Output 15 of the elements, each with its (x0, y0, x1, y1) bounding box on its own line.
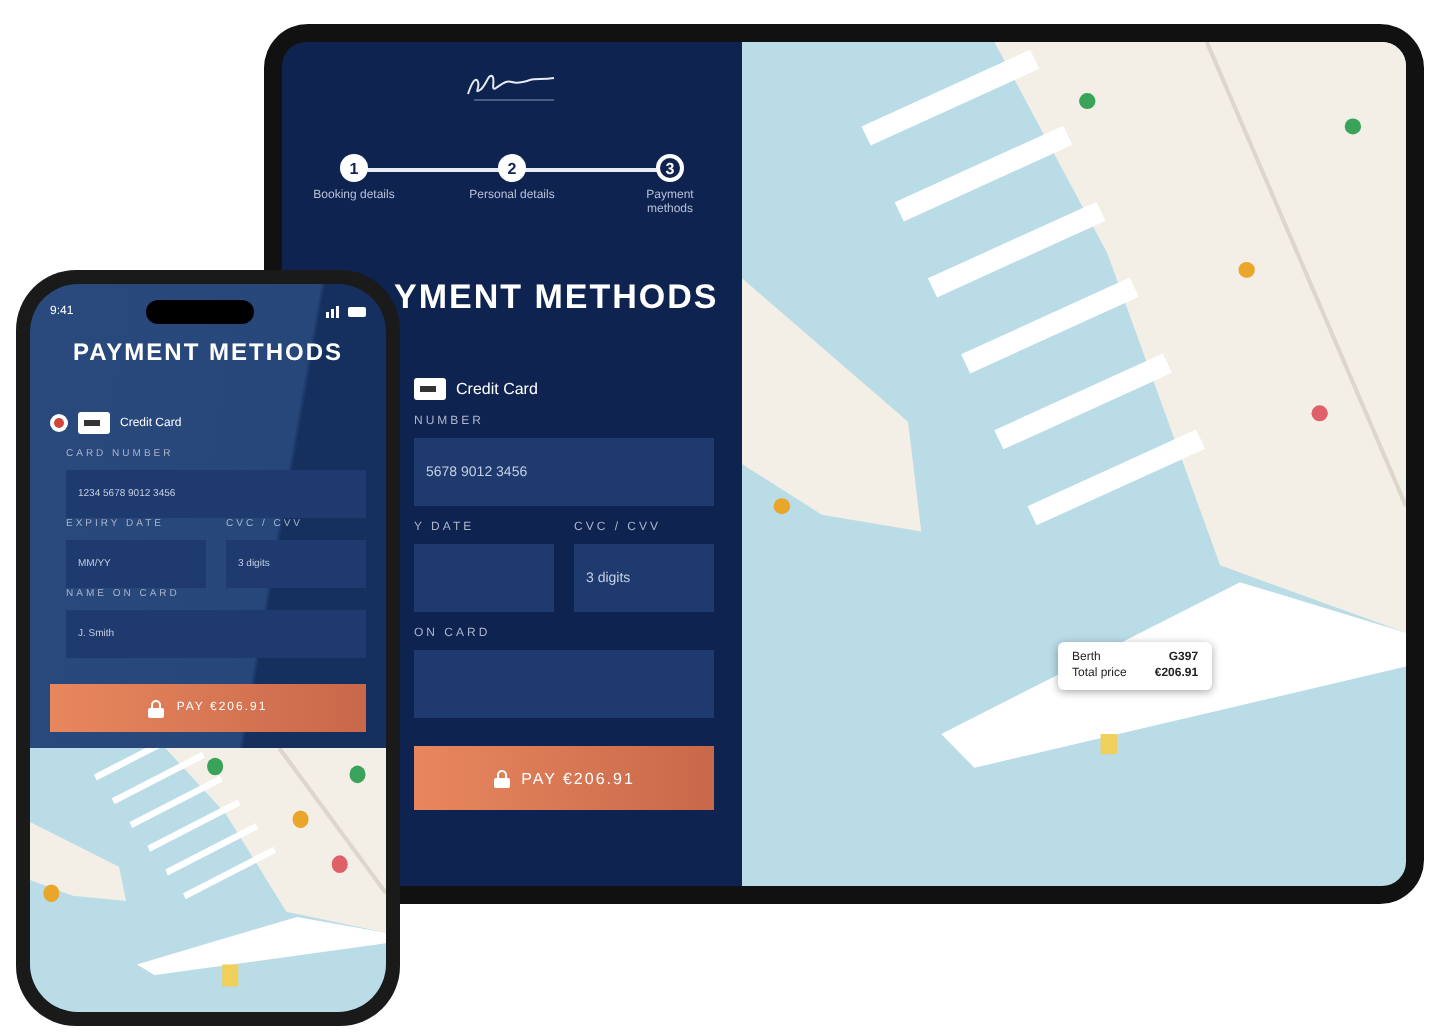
camera-notch (145, 300, 254, 324)
lock-icon (148, 699, 165, 717)
credit-card-icon (414, 378, 446, 401)
step-number: 2 (498, 154, 526, 182)
page-title: PAYMENT METHODS (70, 338, 345, 366)
step-number: 3 (656, 154, 684, 182)
lock-icon (493, 769, 510, 788)
step-number: 1 (340, 154, 368, 182)
radio-button[interactable] (50, 414, 68, 432)
option-label: Credit Card (456, 380, 538, 399)
page-title: YMENT METHODS (394, 278, 714, 319)
input-field[interactable] (414, 544, 554, 613)
input-field[interactable] (414, 650, 714, 719)
credit-card-icon (78, 412, 110, 434)
status-icons (326, 306, 366, 318)
